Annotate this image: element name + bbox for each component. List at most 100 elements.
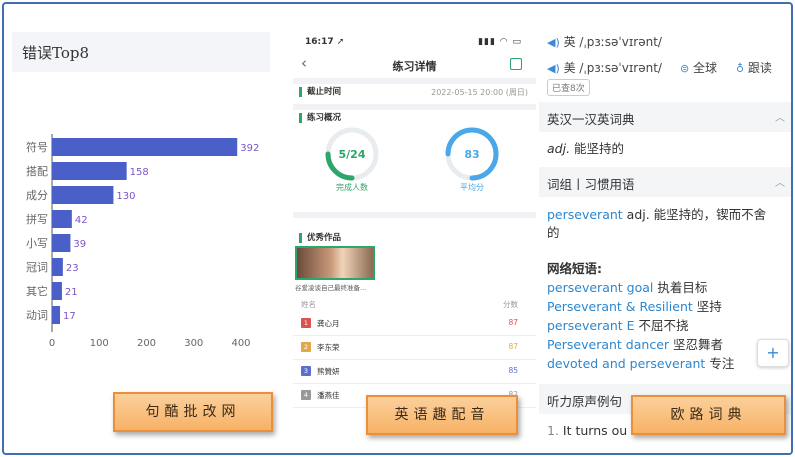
chevron-up-icon[interactable]: ︿: [775, 109, 785, 124]
bar-3: [52, 210, 72, 228]
phrase-definition: adj. 能坚持的，锲而不舍: [626, 207, 767, 222]
value-label: 392: [240, 143, 259, 154]
phrase-section-header[interactable]: 词组丨习惯用语 ︿: [539, 167, 791, 197]
name-column-header: 姓名: [301, 300, 316, 309]
value-label: 17: [63, 311, 76, 322]
listen-section-title: 听力原声例句: [547, 394, 623, 409]
example-number: 1.: [547, 423, 559, 438]
pron-uk[interactable]: ◀) 英 /ˌpɜːsəˈvɪrənt/: [547, 33, 662, 50]
works-label: 优秀作品: [299, 233, 341, 243]
bar-1: [52, 162, 127, 180]
add-button[interactable]: +: [757, 339, 789, 367]
deadline-value: 2022-05-15 20:00 (周日): [431, 88, 528, 97]
bar-4: [52, 234, 71, 252]
table-row[interactable]: 1 龚心月 87: [293, 312, 536, 336]
category-label: 搭配: [26, 165, 48, 178]
part-of-speech: adj.: [547, 141, 571, 156]
x-tick-label: 300: [184, 338, 203, 349]
table-row[interactable]: 3 熊贊妍 85: [293, 360, 536, 384]
category-label: 动词: [26, 309, 48, 322]
rank-badge: 3: [301, 366, 311, 376]
student-name: 龚心月: [317, 319, 340, 328]
phrase-entry: perseverant adj. 能坚持的，锲而不舍 的: [547, 206, 791, 242]
score-column-header: 分数: [503, 300, 518, 309]
category-label: 符号: [26, 141, 48, 154]
nav-bar: ‹ 练习详情: [293, 52, 536, 78]
rank-badge: 1: [301, 318, 311, 328]
divider: [293, 78, 536, 84]
student-score: 87: [508, 318, 518, 327]
follow-read-button[interactable]: ♁ 跟读: [736, 59, 772, 76]
phrase-en[interactable]: Perseverant dancer: [547, 337, 669, 352]
net-phrase-item: Perseverant dancer 坚忍舞者: [547, 336, 723, 354]
phrase-en[interactable]: perseverant goal: [547, 280, 653, 295]
category-label: 冠词: [26, 261, 48, 274]
page-title: 练习详情: [392, 60, 437, 73]
bar-7: [52, 306, 61, 324]
rank-badge: 4: [301, 390, 311, 400]
net-phrase-item: devoted and perseverant 专注: [547, 355, 734, 373]
ring2-label: 平均分: [460, 183, 484, 192]
phrase-section-title: 词组丨习惯用语: [547, 177, 635, 192]
student-score: 87: [508, 342, 518, 351]
deadline-label: 截止时间: [299, 87, 341, 97]
dict-section-header[interactable]: 英汉一汉英词典 ︿: [539, 102, 791, 132]
ring1-value: 5/24: [339, 148, 366, 161]
category-label: 成分: [26, 189, 48, 202]
overview-label: 练习概况: [299, 113, 341, 123]
table-row[interactable]: 2 李东荣 87: [293, 336, 536, 360]
phrase-zh: 专注: [709, 356, 735, 371]
bar-6: [52, 282, 62, 300]
mic-icon: ♁: [736, 62, 745, 75]
global-button[interactable]: ⊜ 全球: [680, 59, 717, 76]
global-label: 全球: [693, 61, 718, 75]
ring1-label: 完成人数: [336, 183, 368, 192]
divider: [293, 212, 536, 218]
banner-eudic: 欧路词典: [631, 395, 786, 435]
pron-us[interactable]: ◀) 美 /ˌpɜːsəˈvɪrənt/: [547, 59, 662, 76]
bar-2: [52, 186, 114, 204]
table-header: 姓名 分数: [293, 296, 536, 312]
bar-chart: 符号 392 搭配 158 成分 130 拼写 42 小写 39 冠词 23 其它 21 动词 17 0 100 2…: [26, 134, 259, 349]
value-label: 21: [65, 287, 78, 298]
dict-section-title: 英汉一汉英词典: [547, 112, 635, 127]
chevron-up-icon[interactable]: ︿: [775, 174, 785, 189]
x-tick-label: 0: [49, 338, 55, 349]
example-sentence: 1. It turns ou: [547, 422, 627, 440]
net-phrase-item: perseverant E 不屈不挠: [547, 317, 689, 335]
student-score: 85: [508, 366, 518, 375]
value-label: 39: [73, 239, 86, 250]
phrase-en[interactable]: Perseverant & Resilient: [547, 299, 693, 314]
pron-us-text: 美 /ˌpɜːsəˈvɪrənt/: [563, 61, 662, 75]
phrase-zh: 不屈不挠: [638, 318, 689, 333]
phrase-en[interactable]: perseverant E: [547, 318, 635, 333]
video-thumbnail[interactable]: [295, 246, 375, 280]
net-phrase-item: Perseverant & Resilient 坚持: [547, 298, 722, 316]
category-label: 拼写: [26, 212, 48, 226]
banner-qupeiyin: 英语趣配音: [366, 395, 518, 435]
lookup-count-badge: 已查8次: [547, 79, 590, 96]
bar-5: [52, 258, 63, 276]
share-icon[interactable]: [510, 58, 522, 70]
net-phrases-title: 网络短语:: [547, 261, 602, 276]
definition: adj. 能坚持的: [547, 140, 624, 158]
pron-uk-text: 英 /ˌpɜːsəˈvɪrənt/: [563, 35, 662, 49]
phrase-zh: 执着目标: [657, 280, 708, 295]
phrase-en[interactable]: devoted and perseverant: [547, 356, 705, 371]
x-tick-label: 200: [137, 338, 156, 349]
net-phrase-item: perseverant goal 执着目标: [547, 279, 707, 297]
definition-text: 能坚持的: [574, 141, 625, 156]
status-bar: 16:17 ➚ ▮▮▮ ◠ ▭: [293, 32, 536, 52]
phrase-word[interactable]: perseverant: [547, 207, 623, 222]
value-label: 42: [75, 215, 88, 226]
ring2-value: 83: [464, 148, 479, 161]
phrase-zh: 坚忍舞者: [673, 337, 724, 352]
rank-badge: 2: [301, 342, 311, 352]
speaker-icon[interactable]: ◀): [547, 36, 560, 49]
status-icons: ▮▮▮ ◠ ▭: [478, 37, 522, 47]
speaker-icon[interactable]: ◀): [547, 62, 560, 75]
status-time: 16:17 ➚: [305, 37, 345, 47]
example-text: It turns ou: [562, 423, 628, 438]
collage-frame: 错误Top8 符号 392 搭配 158 成分 130 拼写 42 小写 39 冠词 23 其它 21 动词…: [2, 2, 793, 455]
thumbnail-caption: 谷爱凌谈自己最终准备...: [295, 284, 367, 292]
